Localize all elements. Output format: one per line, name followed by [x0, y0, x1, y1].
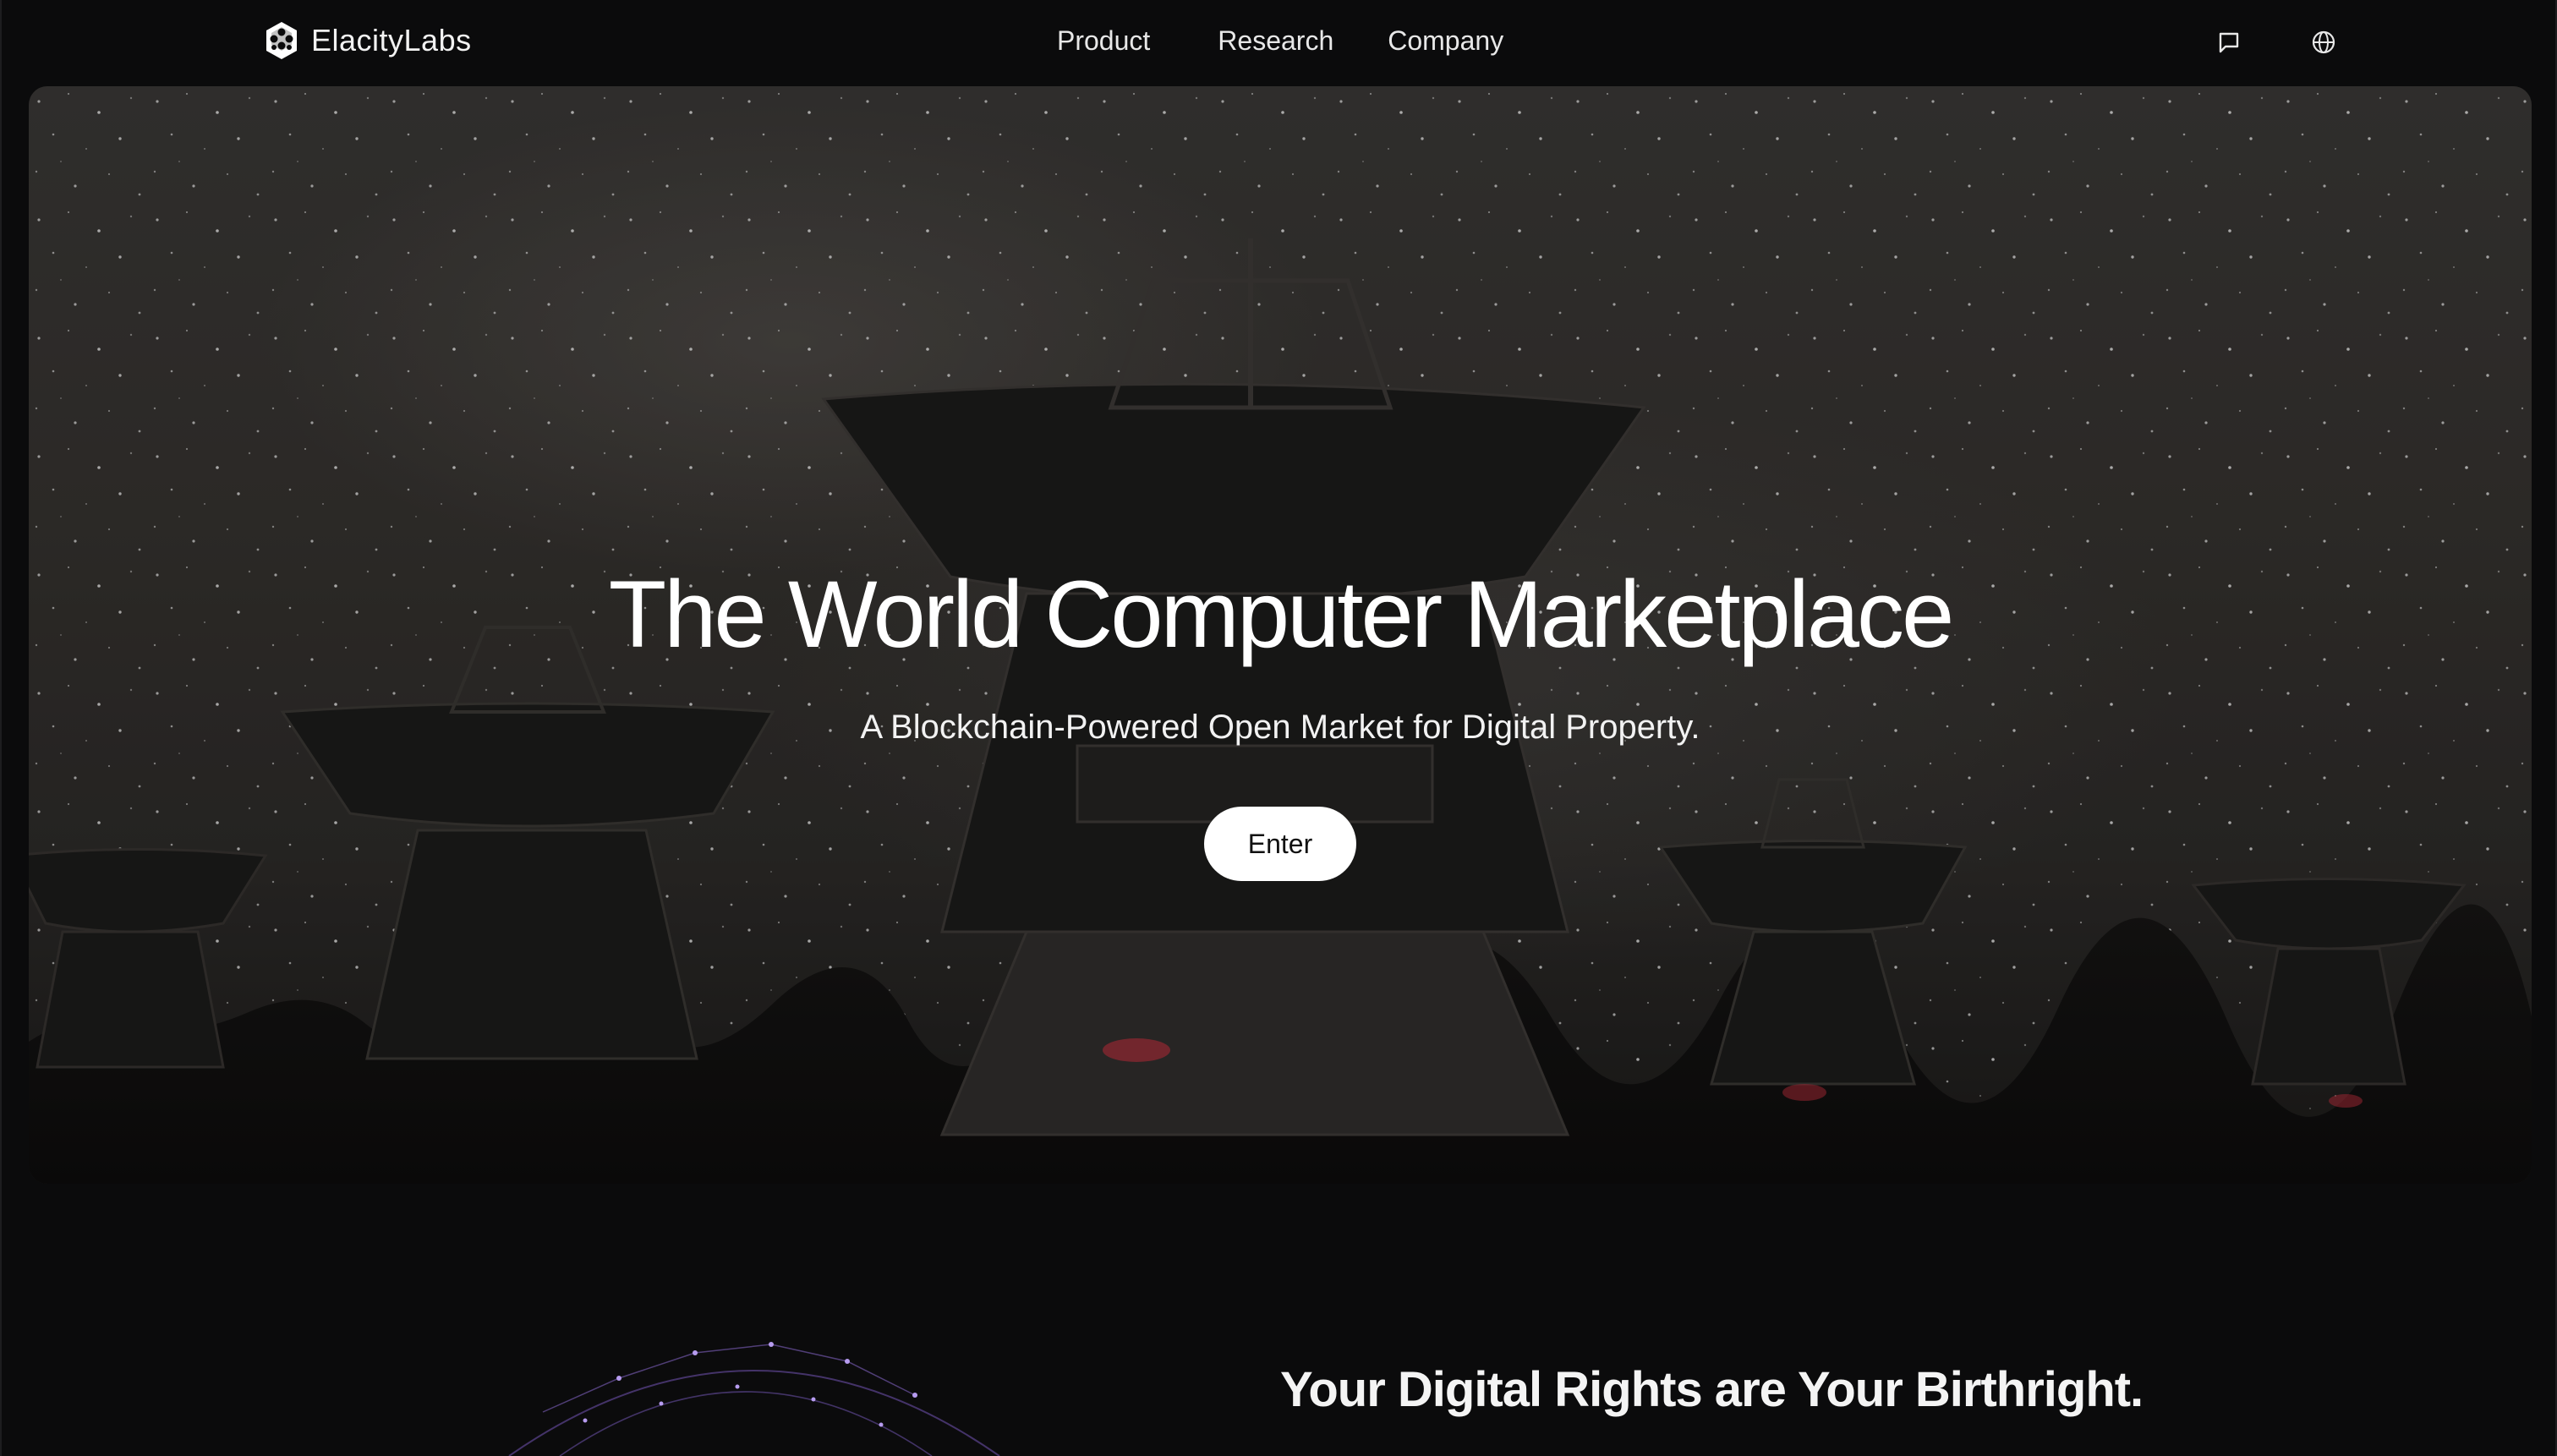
enter-button[interactable]: Enter: [1204, 807, 1356, 881]
section-title: Your Digital Rights are Your Birthright.: [1280, 1362, 2144, 1417]
chat-icon[interactable]: [2212, 25, 2246, 59]
hero-banner: The World Computer Marketplace A Blockch…: [29, 86, 2532, 1184]
hero-title: The World Computer Marketplace: [608, 561, 1955, 667]
nav-links: Product Research Company: [1057, 25, 1503, 57]
page: ElacityLabs Product Research Company The…: [0, 0, 2557, 1456]
hero-subtitle: A Blockchain-Powered Open Market for Dig…: [860, 709, 1700, 746]
nav-link-research[interactable]: Research: [1218, 25, 1333, 57]
network-globe-graphic: [508, 1342, 1000, 1456]
top-nav: ElacityLabs Product Research Company: [2, 0, 2557, 86]
nav-actions: [2212, 25, 2341, 59]
brand[interactable]: ElacityLabs: [264, 20, 472, 61]
brand-name: ElacityLabs: [311, 23, 472, 57]
globe-icon[interactable]: [2307, 25, 2341, 59]
hexagon-logo-icon: [266, 22, 297, 59]
nav-link-product[interactable]: Product: [1057, 25, 1150, 57]
nav-link-company[interactable]: Company: [1388, 25, 1503, 57]
